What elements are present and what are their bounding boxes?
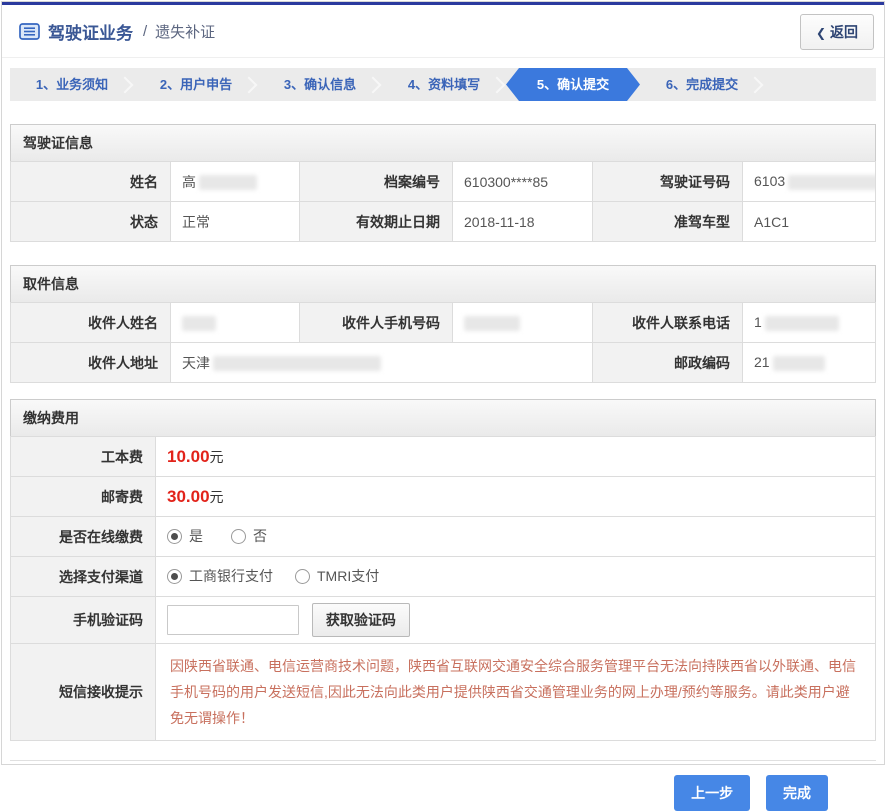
get-sms-code-button[interactable]: 获取验证码 [312, 603, 410, 637]
field-label-vehicle-class: 准驾车型 [593, 202, 743, 242]
table-row: 收件人地址 天津 邮政编码 21 [11, 343, 876, 383]
field-label-expiry: 有效期止日期 [300, 202, 453, 242]
table-row: 短信接收提示 因陕西省联通、电信运营商技术问题，陕西省互联网交通安全综合服务管理… [11, 644, 876, 741]
field-label-cost-fee: 工本费 [11, 437, 156, 477]
payment-title: 缴纳费用 [10, 399, 876, 436]
field-label-file-no: 档案编号 [300, 162, 453, 202]
field-label-postage-fee: 邮寄费 [11, 477, 156, 517]
field-label-recipient-phone: 收件人联系电话 [593, 303, 743, 343]
cost-fee-unit: 元 [210, 449, 224, 465]
table-row: 状态 正常 有效期止日期 2018-11-18 准驾车型 A1C1 [11, 202, 876, 242]
field-value-sms-code: 获取验证码 [156, 597, 876, 644]
online-pay-option-yes[interactable]: 是 [167, 526, 203, 546]
field-value-status: 正常 [171, 202, 300, 242]
redacted-value [213, 356, 381, 371]
footer-actions: 上一步 完成 [10, 760, 876, 811]
sms-code-input[interactable] [167, 605, 299, 635]
field-value-cost-fee: 10.00元 [156, 437, 876, 477]
online-pay-option-no[interactable]: 否 [231, 526, 267, 546]
license-info-title: 驾驶证信息 [10, 124, 876, 161]
table-row: 是否在线缴费 是 否 [11, 517, 876, 557]
table-row: 工本费 10.00元 [11, 437, 876, 477]
postage-fee-amount: 30.00 [167, 487, 210, 506]
redacted-value [199, 175, 257, 190]
redacted-value [788, 175, 875, 190]
step-2-user-declaration[interactable]: 2、用户申告 [134, 68, 258, 101]
postage-fee-unit: 元 [210, 489, 224, 505]
table-row: 手机验证码 获取验证码 [11, 597, 876, 644]
field-value-recipient-name [171, 303, 300, 343]
sms-notice-text: 因陕西省联通、电信运营商技术问题，陕西省互联网交通安全综合服务管理平台无法向持陕… [170, 658, 856, 726]
step-5-confirm-submit[interactable]: 5、确认提交 [506, 68, 640, 101]
field-value-recipient-address: 天津 [171, 343, 593, 383]
breadcrumb-current: 遗失补证 [155, 21, 215, 42]
cost-fee-amount: 10.00 [167, 447, 210, 466]
field-value-online-pay: 是 否 [156, 517, 876, 557]
field-value-postage-fee: 30.00元 [156, 477, 876, 517]
payment-section: 缴纳费用 工本费 10.00元 邮寄费 30.00元 是否在线缴费 是 [10, 399, 876, 741]
license-info-table: 姓名 高 档案编号 610300****85 驾驶证号码 6103 状态 正常 … [10, 161, 876, 242]
pickup-info-table: 收件人姓名 收件人手机号码 收件人联系电话 1 收件人地址 天津 邮政编码 21 [10, 302, 876, 383]
field-value-pay-channel: 工商银行支付 TMRI支付 [156, 557, 876, 597]
back-button[interactable]: ❮ 返回 [800, 14, 874, 50]
radio-checked-icon[interactable] [167, 529, 182, 544]
payment-table: 工本费 10.00元 邮寄费 30.00元 是否在线缴费 是 否 [10, 436, 876, 741]
field-label-status: 状态 [11, 202, 171, 242]
pickup-info-title: 取件信息 [10, 265, 876, 302]
redacted-value [464, 316, 520, 331]
redacted-value [773, 356, 825, 371]
table-row: 邮寄费 30.00元 [11, 477, 876, 517]
radio-unchecked-icon[interactable] [231, 529, 246, 544]
field-value-recipient-phone: 1 [743, 303, 876, 343]
field-label-sms-notice: 短信接收提示 [11, 644, 156, 741]
field-value-vehicle-class: A1C1 [743, 202, 876, 242]
field-label-online-pay: 是否在线缴费 [11, 517, 156, 557]
radio-unchecked-icon[interactable] [295, 569, 310, 584]
field-value-license-no: 6103 [743, 162, 876, 202]
back-button-label: 返回 [830, 24, 858, 40]
finish-button[interactable]: 完成 [766, 775, 828, 811]
step-4-fill-data[interactable]: 4、资料填写 [382, 68, 506, 101]
table-row: 选择支付渠道 工商银行支付 TMRI支付 [11, 557, 876, 597]
step-wizard: 1、业务须知 2、用户申告 3、确认信息 4、资料填写 5、确认提交 6、完成提… [10, 68, 876, 101]
redacted-value [765, 316, 839, 331]
step-3-confirm-info[interactable]: 3、确认信息 [258, 68, 382, 101]
step-6-complete-submit[interactable]: 6、完成提交 [640, 68, 764, 101]
channel-option-icbc[interactable]: 工商银行支付 [167, 566, 273, 586]
field-label-recipient-name: 收件人姓名 [11, 303, 171, 343]
field-label-recipient-mobile: 收件人手机号码 [300, 303, 453, 343]
field-value-recipient-mobile [453, 303, 593, 343]
page-container: 驾驶证业务 / 遗失补证 ❮ 返回 1、业务须知 2、用户申告 3、确认信息 4、… [1, 1, 885, 765]
previous-step-button[interactable]: 上一步 [674, 775, 750, 811]
redacted-value [182, 316, 216, 331]
pickup-info-section: 取件信息 收件人姓名 收件人手机号码 收件人联系电话 1 收件人地址 天津 邮政… [10, 265, 876, 383]
field-label-postal-code: 邮政编码 [593, 343, 743, 383]
field-label-name: 姓名 [11, 162, 171, 202]
field-value-name: 高 [171, 162, 300, 202]
field-value-file-no: 610300****85 [453, 162, 593, 202]
step-1-business-notice[interactable]: 1、业务须知 [10, 68, 134, 101]
field-label-recipient-address: 收件人地址 [11, 343, 171, 383]
table-row: 收件人姓名 收件人手机号码 收件人联系电话 1 [11, 303, 876, 343]
field-value-postal-code: 21 [743, 343, 876, 383]
field-value-sms-notice: 因陕西省联通、电信运营商技术问题，陕西省互联网交通安全综合服务管理平台无法向持陕… [156, 644, 876, 741]
radio-checked-icon[interactable] [167, 569, 182, 584]
form-list-icon [19, 23, 40, 40]
field-value-expiry: 2018-11-18 [453, 202, 593, 242]
field-label-sms-code: 手机验证码 [11, 597, 156, 644]
back-chevron-icon: ❮ [816, 26, 826, 40]
page-header: 驾驶证业务 / 遗失补证 ❮ 返回 [2, 5, 884, 58]
license-info-section: 驾驶证信息 姓名 高 档案编号 610300****85 驾驶证号码 6103 … [10, 124, 876, 242]
page-title: 驾驶证业务 [48, 19, 133, 44]
field-label-license-no: 驾驶证号码 [593, 162, 743, 202]
table-row: 姓名 高 档案编号 610300****85 驾驶证号码 6103 [11, 162, 876, 202]
field-label-pay-channel: 选择支付渠道 [11, 557, 156, 597]
channel-option-tmri[interactable]: TMRI支付 [295, 566, 379, 586]
breadcrumb-separator: / [143, 23, 147, 40]
